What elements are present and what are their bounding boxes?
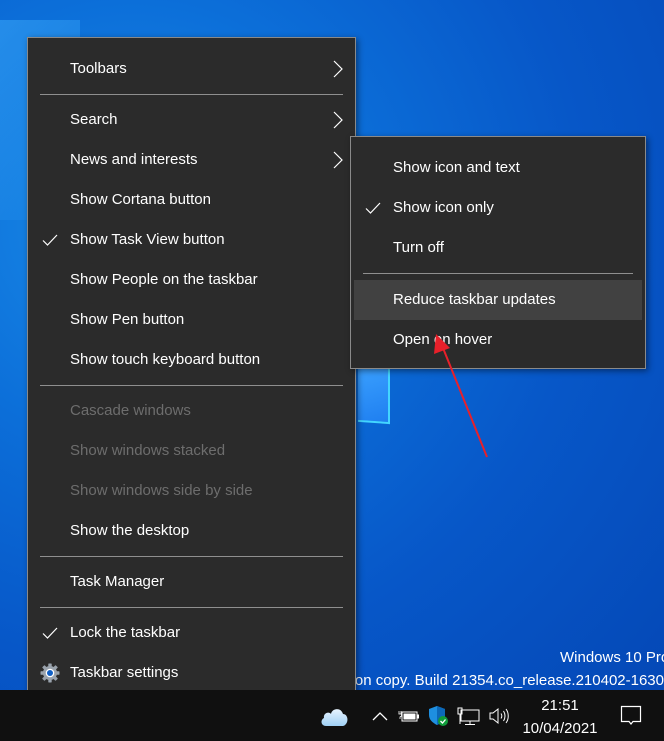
taskbar: 21:51 10/04/2021 <box>0 690 664 741</box>
chevron-right-icon <box>331 100 345 140</box>
menu-item-label: Turn off <box>393 239 444 256</box>
menu-item-show-windows-side-by-side: Show windows side by side <box>28 471 355 511</box>
chevron-right-icon <box>331 49 345 89</box>
submenu-item-show-icon-and-text[interactable]: Show icon and text <box>351 148 645 188</box>
menu-separator <box>40 607 343 608</box>
weather-cloud-icon[interactable] <box>318 690 350 741</box>
menu-item-label: Show windows side by side <box>70 482 253 499</box>
taskbar-clock[interactable]: 21:51 10/04/2021 <box>517 692 603 739</box>
menu-item-label: Show Cortana button <box>70 191 211 208</box>
taskbar-context-menu: Toolbars Search News and interests Show … <box>27 37 356 703</box>
watermark-build: Evaluation copy. Build 21354.co_release.… <box>352 672 664 689</box>
menu-item-cascade-windows: Cascade windows <box>28 391 355 431</box>
menu-item-taskbar-settings[interactable]: Taskbar settings <box>28 653 355 693</box>
menu-separator <box>40 556 343 557</box>
menu-item-show-windows-stacked: Show windows stacked <box>28 431 355 471</box>
windows-security-icon[interactable] <box>428 690 450 741</box>
menu-item-show-cortana[interactable]: Show Cortana button <box>28 180 355 220</box>
menu-item-label: Show the desktop <box>70 522 190 539</box>
clock-date: 10/04/2021 <box>522 720 598 737</box>
news-and-interests-submenu: Show icon and text Show icon only Turn o… <box>350 136 646 369</box>
menu-item-lock-taskbar[interactable]: Lock the taskbar <box>28 613 355 653</box>
menu-item-label: Task Manager <box>70 573 165 590</box>
menu-item-show-touch-keyboard[interactable]: Show touch keyboard button <box>28 340 355 380</box>
menu-item-label: Cascade windows <box>70 402 191 419</box>
watermark-edition: Windows 10 Pro <box>560 649 664 666</box>
menu-item-task-manager[interactable]: Task Manager <box>28 562 355 602</box>
checkmark-icon <box>40 613 60 653</box>
action-center-icon[interactable] <box>618 690 644 741</box>
watermark-build-text: Evaluation copy. Build 21354.co_release.… <box>352 672 664 689</box>
menu-item-search[interactable]: Search <box>28 100 355 140</box>
menu-item-news-and-interests[interactable]: News and interests <box>28 140 355 180</box>
chevron-right-icon <box>331 140 345 180</box>
menu-item-label: Show Pen button <box>70 311 185 328</box>
menu-item-label: Show windows stacked <box>70 442 226 459</box>
network-icon[interactable] <box>457 690 481 741</box>
menu-item-label: Open on hover <box>393 331 493 348</box>
submenu-item-reduce-taskbar-updates[interactable]: Reduce taskbar updates <box>354 280 642 320</box>
checkmark-icon <box>363 188 383 228</box>
desktop-window-logo-fragment <box>358 366 390 425</box>
show-hidden-icons-chevron[interactable] <box>370 690 390 741</box>
menu-item-label: Lock the taskbar <box>70 624 181 641</box>
menu-item-label: Show People on the taskbar <box>70 271 258 288</box>
menu-separator <box>40 94 343 95</box>
battery-icon[interactable] <box>398 690 420 741</box>
menu-separator <box>363 273 633 274</box>
gear-icon <box>39 653 61 693</box>
menu-item-show-pen[interactable]: Show Pen button <box>28 300 355 340</box>
menu-item-label: Taskbar settings <box>70 664 179 681</box>
menu-item-show-people[interactable]: Show People on the taskbar <box>28 260 355 300</box>
menu-item-toolbars[interactable]: Toolbars <box>28 49 355 89</box>
menu-item-label: Show icon only <box>393 199 494 216</box>
menu-item-label: News and interests <box>70 151 198 168</box>
submenu-item-show-icon-only[interactable]: Show icon only <box>351 188 645 228</box>
submenu-item-turn-off[interactable]: Turn off <box>351 228 645 268</box>
volume-icon[interactable] <box>487 690 511 741</box>
menu-item-label: Search <box>70 111 118 128</box>
menu-item-show-desktop[interactable]: Show the desktop <box>28 511 355 551</box>
submenu-item-open-on-hover[interactable]: Open on hover <box>351 320 645 360</box>
menu-item-label: Show icon and text <box>393 159 520 176</box>
menu-separator <box>40 385 343 386</box>
menu-item-show-task-view[interactable]: Show Task View button <box>28 220 355 260</box>
menu-item-label: Reduce taskbar updates <box>393 291 556 308</box>
menu-item-label: Toolbars <box>70 60 127 77</box>
clock-time: 21:51 <box>541 697 579 714</box>
checkmark-icon <box>40 220 60 260</box>
menu-item-label: Show Task View button <box>70 231 225 248</box>
menu-item-label: Show touch keyboard button <box>70 351 261 368</box>
